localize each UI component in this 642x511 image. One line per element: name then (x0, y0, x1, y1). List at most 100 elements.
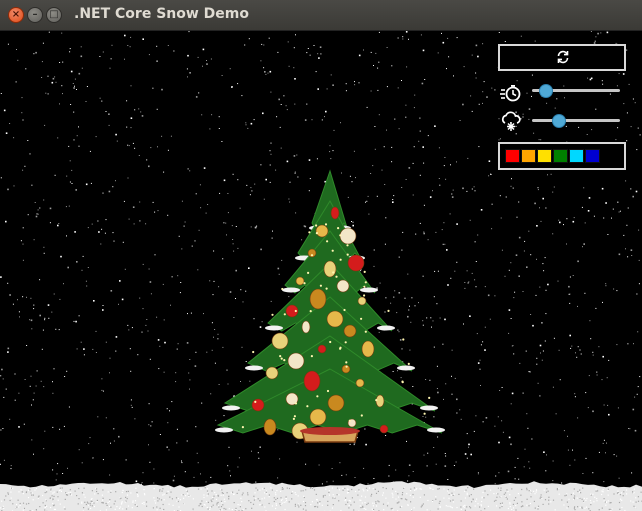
snow-ground-grain (333, 496, 335, 498)
snow-ground-grain (515, 505, 517, 507)
close-window-button[interactable]: × (8, 7, 24, 23)
snow-ground-grain (19, 504, 21, 506)
color-swatch[interactable] (569, 149, 584, 163)
snow-ground-grain (211, 497, 214, 499)
snow-ground-grain (280, 499, 283, 502)
snow-ground-drift (0, 481, 642, 511)
snow-ground-grain (206, 507, 208, 509)
snow-ground-grain (609, 502, 611, 504)
snow-ground-grain (222, 494, 224, 496)
snow-ground-grain (463, 506, 465, 508)
snow-ground-grain (153, 497, 155, 499)
snow-ground-grain (328, 490, 330, 492)
minimize-window-button[interactable]: – (27, 7, 43, 23)
snow-ground-grain (21, 491, 23, 493)
snow-ground-grain (581, 498, 583, 500)
snow-ground-grain (38, 495, 40, 497)
snow-ground-grain (548, 499, 550, 501)
snow-ground-grain (436, 488, 439, 490)
snow-ground-grain (32, 494, 34, 496)
snow-ground-grain (207, 508, 209, 510)
snow-ground-grain (470, 494, 472, 496)
snow-ground-grain (392, 496, 394, 498)
snow-ground-grain (372, 488, 374, 490)
snow-ground-grain (546, 488, 548, 490)
snow-ground-grain (581, 506, 583, 508)
snow-ground-grain (401, 498, 403, 500)
snow-ground-grain (283, 501, 285, 503)
snow-ground-grain (328, 491, 330, 493)
color-swatch[interactable] (521, 149, 536, 163)
snow-ground-grain (443, 497, 445, 499)
snow-ground-grain (310, 504, 312, 506)
speed-slider-thumb[interactable] (539, 84, 554, 98)
snow-ground-grain (270, 487, 272, 489)
snow-ground-grain (46, 505, 48, 507)
snow-ground-grain (367, 502, 369, 504)
snow-ground-grain (466, 492, 468, 494)
snow-ground-grain (145, 501, 148, 503)
snow-ground-grain (361, 495, 363, 497)
snow-ground-grain (263, 487, 265, 489)
color-swatch[interactable] (585, 149, 600, 163)
snow-ground-grain (274, 492, 277, 494)
snow-ground-grain (65, 494, 68, 496)
snow-ground-grain (396, 502, 398, 504)
snow-ground-grain (114, 508, 116, 510)
snow-ground-grain (399, 506, 401, 508)
color-palette-button[interactable] (498, 142, 626, 170)
snow-ground-grain (175, 497, 178, 499)
snow-ground-grain (453, 493, 455, 495)
snow-ground-grain (404, 498, 407, 500)
color-swatch[interactable] (537, 149, 552, 163)
speed-slider[interactable] (532, 82, 620, 98)
color-swatch[interactable] (505, 149, 520, 163)
snow-ground-grain (76, 495, 78, 497)
snow-ground-grain (481, 497, 483, 499)
snow-ground-grain (501, 505, 503, 508)
snow-ground-grain (347, 501, 349, 503)
snow-ground-grain (285, 496, 287, 498)
snow-ground-grain (355, 490, 357, 493)
snow-ground-grain (177, 500, 179, 503)
snow-ground-grain (374, 488, 376, 490)
snow-ground-grain (247, 494, 249, 496)
snow-ground-grain (521, 488, 523, 491)
snow-ground-grain (228, 498, 230, 500)
snow-ground-grain (383, 509, 385, 511)
snow-ground-grain (280, 497, 282, 499)
snow-ground-grain (178, 506, 180, 508)
snow-ground-grain (51, 495, 53, 497)
snow-ground-grain (281, 502, 283, 504)
snow-ground-grain (298, 506, 300, 508)
snow-ground-grain (520, 494, 522, 496)
snow-ground-grain (363, 507, 365, 510)
snowfall-slider-thumb[interactable] (552, 114, 567, 128)
snow-ground-grain (53, 508, 55, 510)
snow-ground-grain (259, 500, 261, 502)
snow-ground-grain (181, 494, 183, 496)
snow-ground-grain (584, 507, 586, 509)
snowfall-slider[interactable] (532, 112, 620, 128)
snow-ground-grain (69, 493, 71, 495)
title-bar[interactable]: × – □ .NET Core Snow Demo (0, 0, 642, 31)
snow-ground-grain (353, 509, 355, 511)
snow-ground-grain (110, 506, 112, 508)
snow-ground-grain (526, 498, 528, 500)
snow-ground-grain (130, 492, 132, 494)
snow-ground-grain (360, 499, 362, 501)
snow-ground-grain (426, 509, 428, 511)
snow-ground-grain (132, 501, 134, 503)
snow-ground-grain (363, 490, 365, 492)
snow-ground-grain (590, 493, 592, 495)
snow-ground-grain (443, 488, 445, 490)
snow-ground-grain (207, 493, 209, 495)
snow-ground-grain (450, 506, 452, 508)
snow-ground-grain (206, 488, 208, 490)
maximize-window-button[interactable]: □ (46, 7, 62, 23)
snow-ground-grain (539, 497, 541, 499)
color-swatch[interactable] (553, 149, 568, 163)
snow-ground-grain (17, 499, 19, 501)
refresh-button[interactable] (498, 44, 626, 71)
snow-ground-grain (332, 504, 334, 506)
